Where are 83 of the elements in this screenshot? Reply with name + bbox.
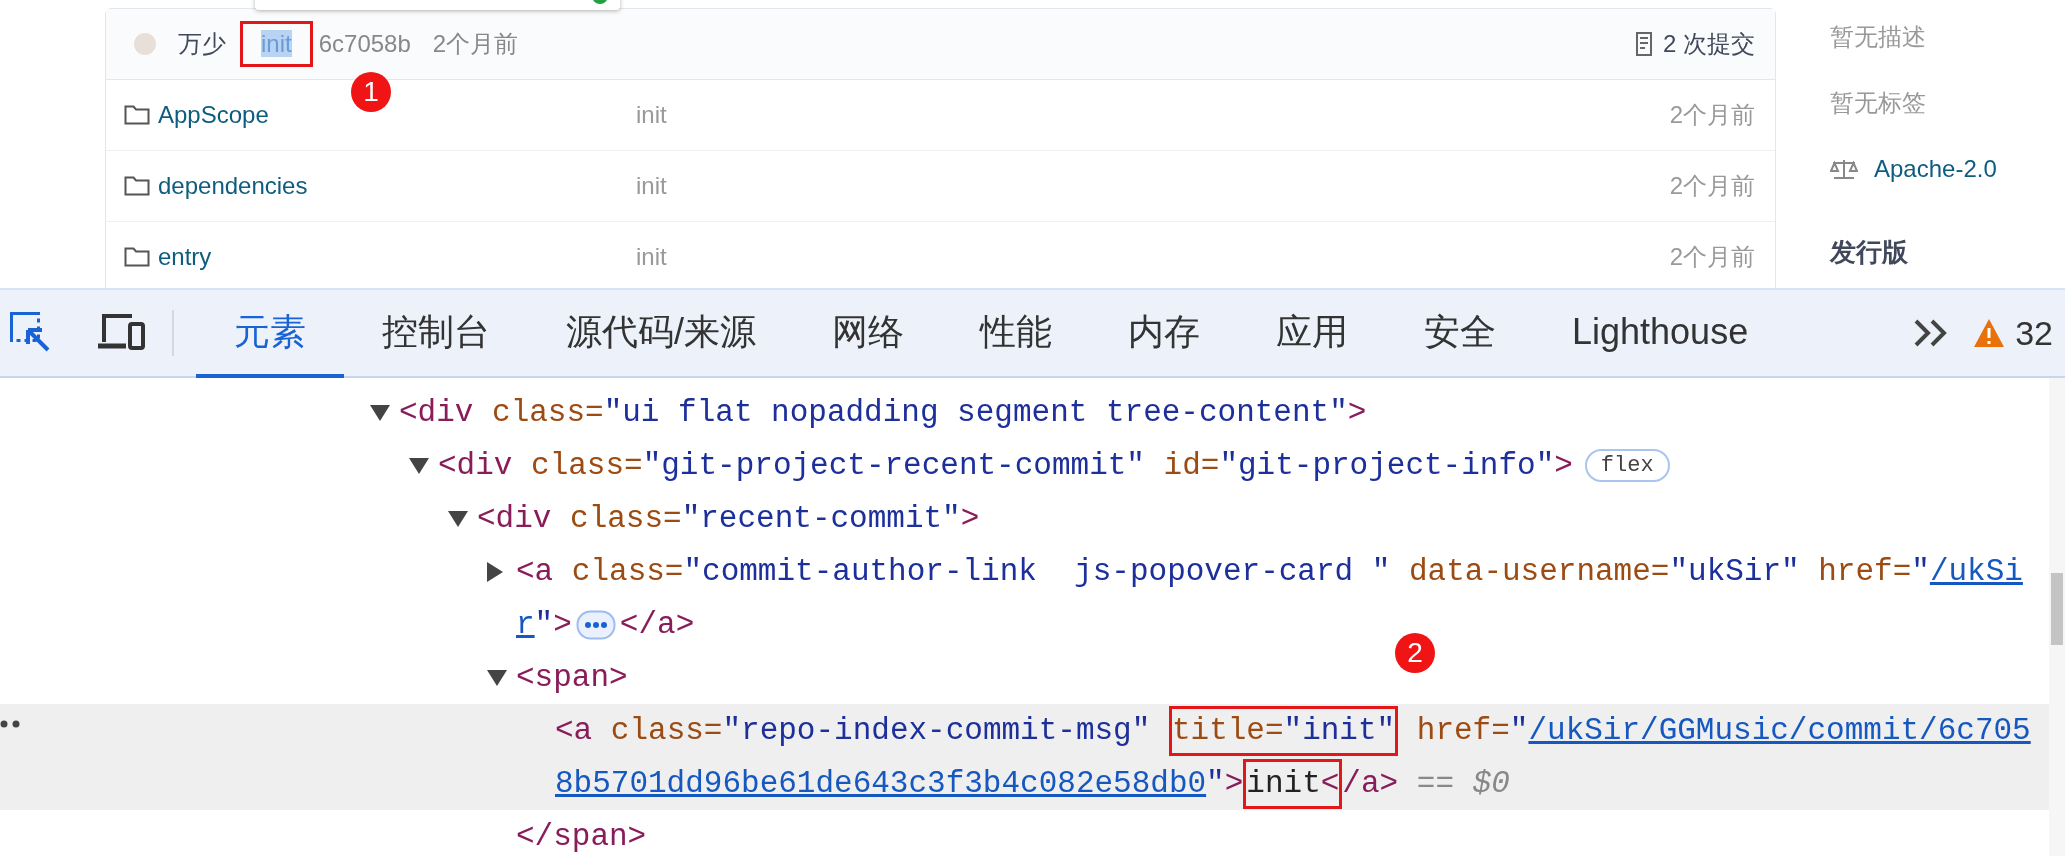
attribute-name: class= (569, 501, 682, 536)
step-badge: 2 (1395, 633, 1435, 673)
expanded-triangle-icon[interactable] (486, 668, 508, 687)
html-tag: <a (516, 554, 554, 589)
commit-time: 2个月前 (432, 29, 519, 59)
collapsed-triangle-icon[interactable] (486, 560, 504, 583)
attribute-value: " (1206, 766, 1225, 801)
more-actions-icon[interactable] (0, 720, 22, 728)
devtools-tab[interactable]: 网络 (794, 290, 942, 378)
console-reference: == $0 (1415, 766, 1510, 801)
html-tag: </a> (619, 607, 695, 642)
attribute-name: class= (491, 395, 604, 430)
html-tag: <div (477, 501, 552, 536)
attribute-value: "commit-author-link js-popover-card " (683, 554, 1391, 589)
expanded-triangle-icon[interactable] (408, 456, 430, 475)
attribute-value: " (1911, 554, 1930, 589)
folder-icon (124, 246, 150, 268)
attribute-value: "git-project-recent-commit" (642, 448, 1145, 483)
devtools-tab[interactable]: 安全 (1386, 290, 1534, 378)
attribute-name: class= (609, 713, 723, 748)
devtools-tab[interactable]: 内存 (1090, 290, 1238, 378)
attribute-link[interactable]: /ukSi (1929, 554, 2023, 589)
html-tag: > (553, 607, 572, 642)
folder-icon (124, 104, 150, 126)
step-badge: 1 (351, 72, 391, 112)
devtools-tab[interactable]: 性能 (942, 290, 1090, 378)
html-tag: <div (438, 448, 513, 483)
attribute-name: href= (1817, 554, 1912, 589)
file-time: 2个月前 (1669, 171, 1755, 201)
description-text: 暂无描述 (1830, 22, 1927, 52)
html-tag: <span> (516, 660, 628, 695)
commit-count-link[interactable]: 2 次提交 (1663, 28, 1755, 60)
html-tag: <div (399, 395, 474, 430)
attribute-name: class= (530, 448, 643, 483)
warning-icon[interactable] (1973, 318, 2006, 348)
folder-icon (124, 175, 150, 197)
folder-link[interactable]: dependencies (158, 172, 308, 200)
html-tag: /a> (1342, 766, 1399, 801)
attribute-link[interactable]: /ukSir/GGMusic/commit/6c705 (1528, 713, 2031, 748)
attribute-value: " (534, 607, 554, 642)
inner-text: init (1246, 765, 1321, 801)
html-tag: > (960, 501, 980, 536)
releases-heading: 发行版 (1830, 235, 1909, 269)
devtools-tab[interactable]: 源代码/来源 (528, 290, 794, 378)
attribute-link[interactable]: r (516, 607, 535, 642)
folder-link[interactable]: entry (158, 243, 212, 271)
license-link[interactable]: Apache-2.0 (1874, 155, 1997, 183)
author-link[interactable]: 万少 (178, 28, 226, 60)
expanded-triangle-icon[interactable] (369, 403, 391, 422)
html-tag: > (1347, 395, 1367, 430)
scale-icon (1830, 158, 1858, 180)
html-tag: > (1224, 766, 1244, 801)
html-tag: < (1320, 765, 1340, 801)
attribute-value: "git-project-info" (1219, 448, 1555, 483)
attribute-value: "repo-index-commit-msg" (722, 713, 1152, 748)
devtools-tab[interactable]: 应用 (1238, 290, 1386, 378)
attribute-name: title= (1171, 712, 1284, 748)
folder-link[interactable]: AppScope (158, 101, 269, 129)
file-time: 2个月前 (1669, 100, 1755, 130)
attribute-value: "init" (1283, 712, 1396, 748)
attribute-value: "ui flat nopadding segment tree-content" (603, 395, 1348, 430)
scrollbar[interactable] (2049, 378, 2065, 856)
expanded-triangle-icon[interactable] (447, 509, 469, 528)
devtools-tab[interactable]: 控制台 (344, 290, 528, 378)
attribute-name: data-username= (1407, 554, 1670, 589)
html-tag: <a (555, 713, 593, 748)
devtools-tab[interactable]: 元素 (196, 290, 344, 378)
attribute-name: class= (570, 554, 684, 589)
warning-count[interactable]: 32 (2015, 313, 2053, 353)
attribute-link[interactable]: 8b5701dd96be61de643c3f3b4c082e58db0 (555, 766, 1207, 801)
html-tag: </span> (516, 819, 647, 854)
commit-list-icon (1635, 31, 1655, 57)
attribute-value: " (1509, 713, 1529, 748)
attribute-name: id= (1162, 448, 1220, 483)
ellipsis-icon[interactable] (575, 609, 616, 640)
devtools-tab[interactable]: Lighthouse (1534, 290, 1787, 378)
file-time: 2个月前 (1669, 242, 1755, 272)
attribute-value: "recent-commit" (681, 501, 961, 536)
flex-badge[interactable]: flex (1584, 449, 1670, 482)
tags-text: 暂无标签 (1830, 88, 1927, 118)
attribute-name: href= (1415, 713, 1510, 748)
attribute-value: "ukSir" (1669, 554, 1800, 589)
html-tag: > (1554, 448, 1573, 483)
